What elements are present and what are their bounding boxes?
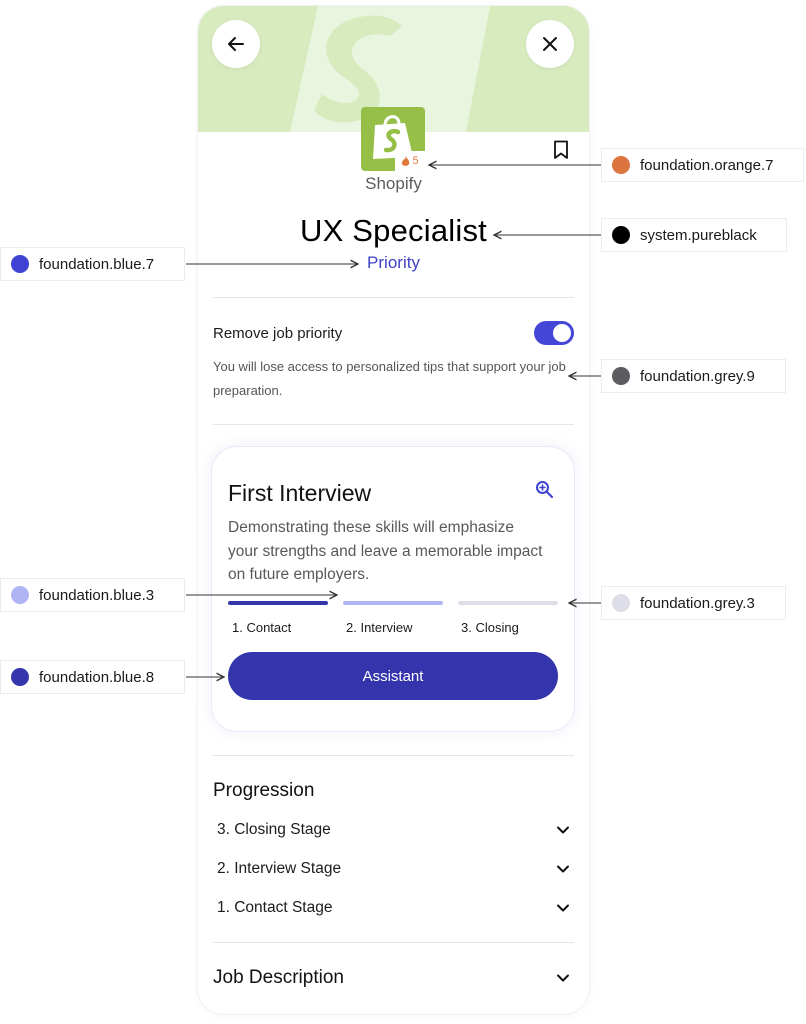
annotation-blue-8: foundation.blue.8 (0, 660, 185, 694)
progression-item-label: 1. Contact Stage (217, 899, 333, 916)
progression-item-label: 3. Closing Stage (217, 821, 331, 838)
back-button[interactable] (212, 20, 260, 68)
close-icon (543, 37, 557, 51)
chevron-down-icon (557, 826, 569, 834)
progression-item-label: 2. Interview Stage (217, 860, 342, 877)
interview-card-description: Demonstrating these skills will emphasiz… (228, 519, 543, 583)
chevron-down-icon (557, 974, 569, 982)
divider (213, 942, 574, 943)
color-swatch (11, 255, 29, 273)
streak-count: 5 (412, 155, 419, 167)
step-bar-interview (343, 601, 443, 605)
annotation-blue-7: foundation.blue.7 (0, 247, 185, 281)
flame-icon (402, 155, 410, 166)
company-name: Shopify (365, 174, 422, 193)
annotation-label: foundation.blue.3 (39, 586, 155, 604)
priority-status: Priority (367, 253, 420, 272)
toggle-knob (553, 324, 571, 342)
annotation-label: foundation.grey.3 (640, 594, 755, 612)
annotation-pureblack: system.pureblack (601, 218, 787, 252)
remove-priority-label: Remove job priority (213, 325, 343, 342)
assistant-button[interactable]: Assistant (228, 652, 558, 700)
color-swatch (612, 594, 630, 612)
annotation-orange-7: foundation.orange.7 (601, 148, 804, 182)
step-bar-closing (458, 601, 558, 605)
job-detail-screen: 5 Shopify UX Specialist Priority Remove … (198, 6, 589, 1014)
priority-description: You will lose access to personalized tip… (213, 359, 566, 398)
annotation-grey-3: foundation.grey.3 (601, 586, 786, 620)
job-title: UX Specialist (300, 213, 487, 248)
divider (213, 424, 574, 425)
job-description-title: Job Description (213, 967, 344, 988)
divider (213, 755, 574, 756)
annotation-label: foundation.blue.7 (39, 255, 155, 273)
streak-badge: 5 (395, 151, 425, 171)
color-swatch (11, 668, 29, 686)
color-swatch (612, 156, 630, 174)
zoom-in-icon[interactable] (535, 480, 554, 499)
step-bar-contact (228, 601, 328, 605)
chevron-down-icon (557, 865, 569, 873)
close-button[interactable] (526, 20, 574, 68)
annotation-label: foundation.orange.7 (640, 156, 774, 174)
annotation-label: system.pureblack (640, 226, 757, 244)
step-label-closing: 3. Closing (461, 620, 519, 635)
arrow-left-icon (228, 37, 244, 51)
job-description-row[interactable]: Job Description (213, 967, 574, 995)
annotation-blue-3: foundation.blue.3 (0, 578, 185, 612)
divider (213, 297, 574, 298)
annotation-grey-9: foundation.grey.9 (601, 359, 786, 393)
interview-card: First Interview Demonstrating these skil… (211, 446, 575, 732)
progression-item-contact[interactable]: 1. Contact Stage (213, 897, 574, 921)
progression-title: Progression (213, 780, 315, 801)
company-logo: 5 (361, 107, 425, 171)
priority-toggle[interactable] (534, 321, 574, 345)
interview-card-title: First Interview (228, 480, 372, 506)
bookmark-icon[interactable] (553, 140, 569, 160)
annotation-label: foundation.blue.8 (39, 668, 155, 686)
annotation-label: foundation.grey.9 (640, 367, 755, 385)
progression-item-interview[interactable]: 2. Interview Stage (213, 858, 574, 882)
step-label-contact: 1. Contact (232, 620, 292, 635)
color-swatch (11, 586, 29, 604)
color-swatch (612, 226, 630, 244)
color-swatch (612, 367, 630, 385)
chevron-down-icon (557, 904, 569, 912)
step-label-interview: 2. Interview (346, 620, 413, 635)
progression-item-closing[interactable]: 3. Closing Stage (213, 819, 574, 843)
